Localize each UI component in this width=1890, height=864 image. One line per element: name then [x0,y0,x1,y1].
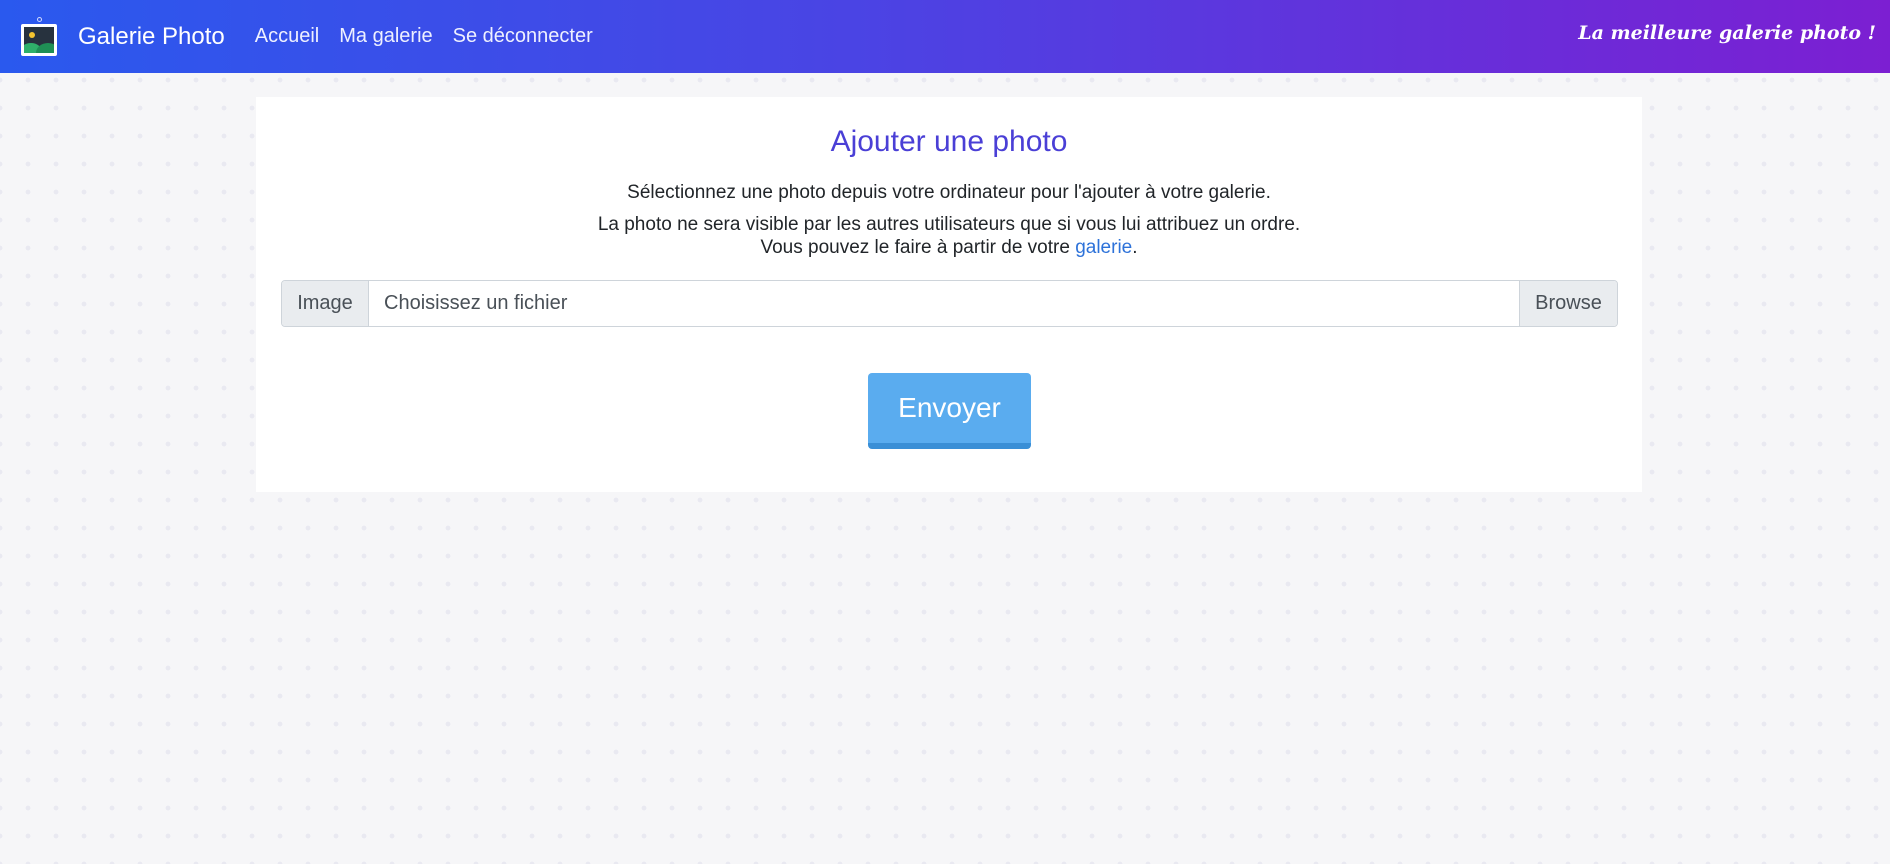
top-navbar: Galerie Photo Accueil Ma galerie Se déco… [0,0,1890,73]
gallery-note-suffix: . [1132,237,1138,258]
gallery-logo-icon [20,16,58,57]
nav-link-ma-galerie[interactable]: Ma galerie [339,25,432,48]
nav-link-accueil[interactable]: Accueil [255,25,319,48]
submit-button[interactable]: Envoyer [868,373,1031,449]
visibility-note: La photo ne sera visible par les autres … [597,214,1301,235]
tagline: La meilleure galerie photo ! [1578,22,1876,44]
upload-card: Ajouter une photo Sélectionnez une photo… [256,97,1642,492]
instruction-text: Sélectionnez une photo depuis votre ordi… [627,182,1271,203]
brand-link[interactable]: Galerie Photo [20,0,225,73]
nav-link-se-deconnecter[interactable]: Se déconnecter [453,25,593,48]
brand-name: Galerie Photo [78,22,225,50]
gallery-note: Vous pouvez le faire à partir de votre g… [256,236,1642,259]
gallery-note-prefix: Vous pouvez le faire à partir de votre [760,237,1076,258]
nav-links: Accueil Ma galerie Se déconnecter [255,25,613,48]
file-input[interactable]: Choisissez un fichier [369,281,1519,326]
file-upload-group: Image Choisissez un fichier Browse [281,280,1618,327]
image-label: Image [282,281,369,326]
browse-button[interactable]: Browse [1519,281,1617,326]
gallery-link[interactable]: galerie [1075,237,1132,258]
page-title: Ajouter une photo [830,125,1068,158]
